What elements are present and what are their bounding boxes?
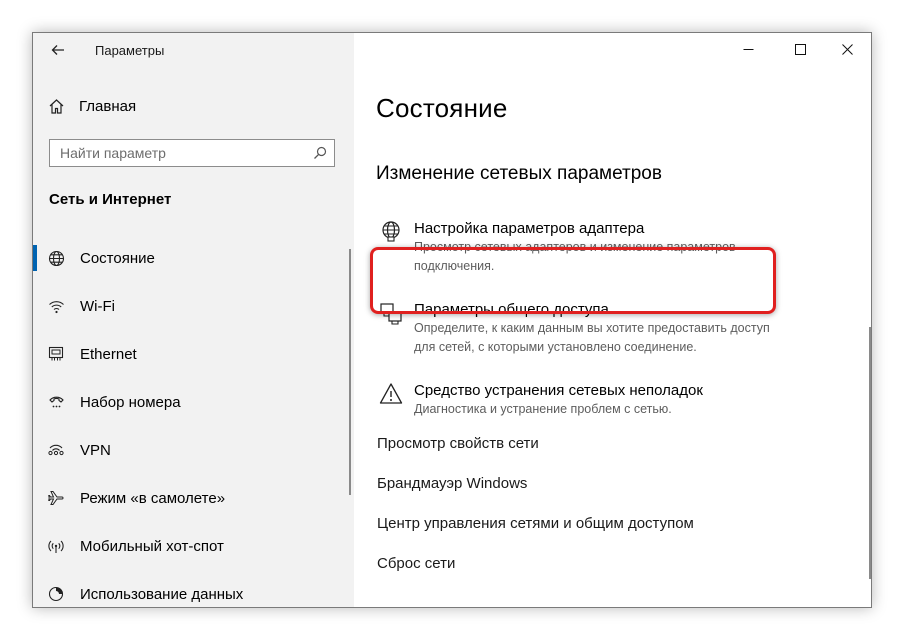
sidebar-home[interactable]: Главная xyxy=(45,93,136,119)
sidebar-item-hotspot[interactable]: Мобильный хот-спот xyxy=(45,533,224,559)
sidebar-item-ethernet[interactable]: Ethernet xyxy=(45,341,137,367)
main-panel: Состояние Изменение сетевых параметров Н… xyxy=(354,33,871,607)
dialup-icon xyxy=(45,391,67,413)
sidebar-item-data-usage[interactable]: Использование данных xyxy=(45,581,243,607)
sidebar-scrollbar[interactable] xyxy=(349,249,351,495)
airplane-icon xyxy=(45,487,67,509)
option-title: Средство устранения сетевых неполадок xyxy=(414,382,703,399)
option-description: Диагностика и устранение проблем с сетью… xyxy=(414,402,672,416)
sidebar-item-label: Режим «в самолете» xyxy=(80,489,226,507)
minimize-icon xyxy=(743,48,753,50)
minimize-button[interactable] xyxy=(725,33,771,65)
hotspot-icon xyxy=(45,535,67,557)
highlight-annotation xyxy=(370,247,776,314)
sidebar-item-dialup[interactable]: Набор номера xyxy=(45,389,181,415)
sidebar-item-label: Ethernet xyxy=(80,345,137,363)
link-network-properties[interactable]: Просмотр свойств сети xyxy=(377,435,539,452)
settings-window: Параметры Главная Сеть и Интернет Состоя… xyxy=(32,32,872,608)
sidebar-item-label: VPN xyxy=(80,441,111,459)
page-title: Состояние xyxy=(376,93,508,123)
search-icon[interactable] xyxy=(313,146,327,165)
sidebar-item-vpn[interactable]: VPN xyxy=(45,437,111,463)
sidebar-item-airplane[interactable]: Режим «в самолете» xyxy=(45,485,225,511)
search-input[interactable] xyxy=(50,140,310,166)
selection-indicator xyxy=(33,245,37,271)
main-scrollbar[interactable] xyxy=(869,327,871,579)
sidebar-item-label: Состояние xyxy=(80,249,155,267)
maximize-icon xyxy=(794,43,806,55)
section-title: Изменение сетевых параметров xyxy=(376,163,662,184)
globe-icon xyxy=(45,247,67,269)
sidebar: Параметры Главная Сеть и Интернет Состоя… xyxy=(33,33,354,607)
search-box[interactable] xyxy=(49,139,335,167)
link-network-reset[interactable]: Сброс сети xyxy=(377,555,455,572)
maximize-button[interactable] xyxy=(777,33,823,65)
ethernet-icon xyxy=(45,343,67,365)
wifi-icon xyxy=(45,295,67,317)
back-button[interactable] xyxy=(45,39,71,61)
option-title: Настройка параметров адаптера xyxy=(414,220,645,237)
warning-icon xyxy=(376,382,406,412)
adapter-icon xyxy=(376,220,406,250)
vpn-icon xyxy=(45,439,67,461)
sidebar-item-label: Набор номера xyxy=(80,393,181,411)
close-button[interactable] xyxy=(824,33,870,65)
sidebar-item-label: Wi-Fi xyxy=(80,297,115,315)
data-usage-icon xyxy=(45,583,67,605)
close-icon xyxy=(841,43,853,55)
sidebar-item-status[interactable]: Состояние xyxy=(45,245,155,271)
troubleshooter-option[interactable]: Средство устранения сетевых неполадок Ди… xyxy=(376,382,784,419)
link-firewall[interactable]: Брандмауэр Windows xyxy=(377,475,527,492)
home-icon xyxy=(45,98,67,115)
sidebar-home-label: Главная xyxy=(79,97,137,115)
sidebar-item-label: Мобильный хот-спот xyxy=(80,537,224,555)
link-network-center[interactable]: Центр управления сетями и общим доступом xyxy=(377,515,694,532)
option-description: Определите, к каким данным вы хотите пре… xyxy=(414,321,770,354)
sidebar-item-label: Использование данных xyxy=(80,585,244,603)
sidebar-item-wifi[interactable]: Wi-Fi xyxy=(45,293,115,319)
app-title: Параметры xyxy=(95,43,165,58)
sidebar-section-title: Сеть и Интернет xyxy=(49,191,172,208)
back-arrow-icon xyxy=(51,45,64,55)
